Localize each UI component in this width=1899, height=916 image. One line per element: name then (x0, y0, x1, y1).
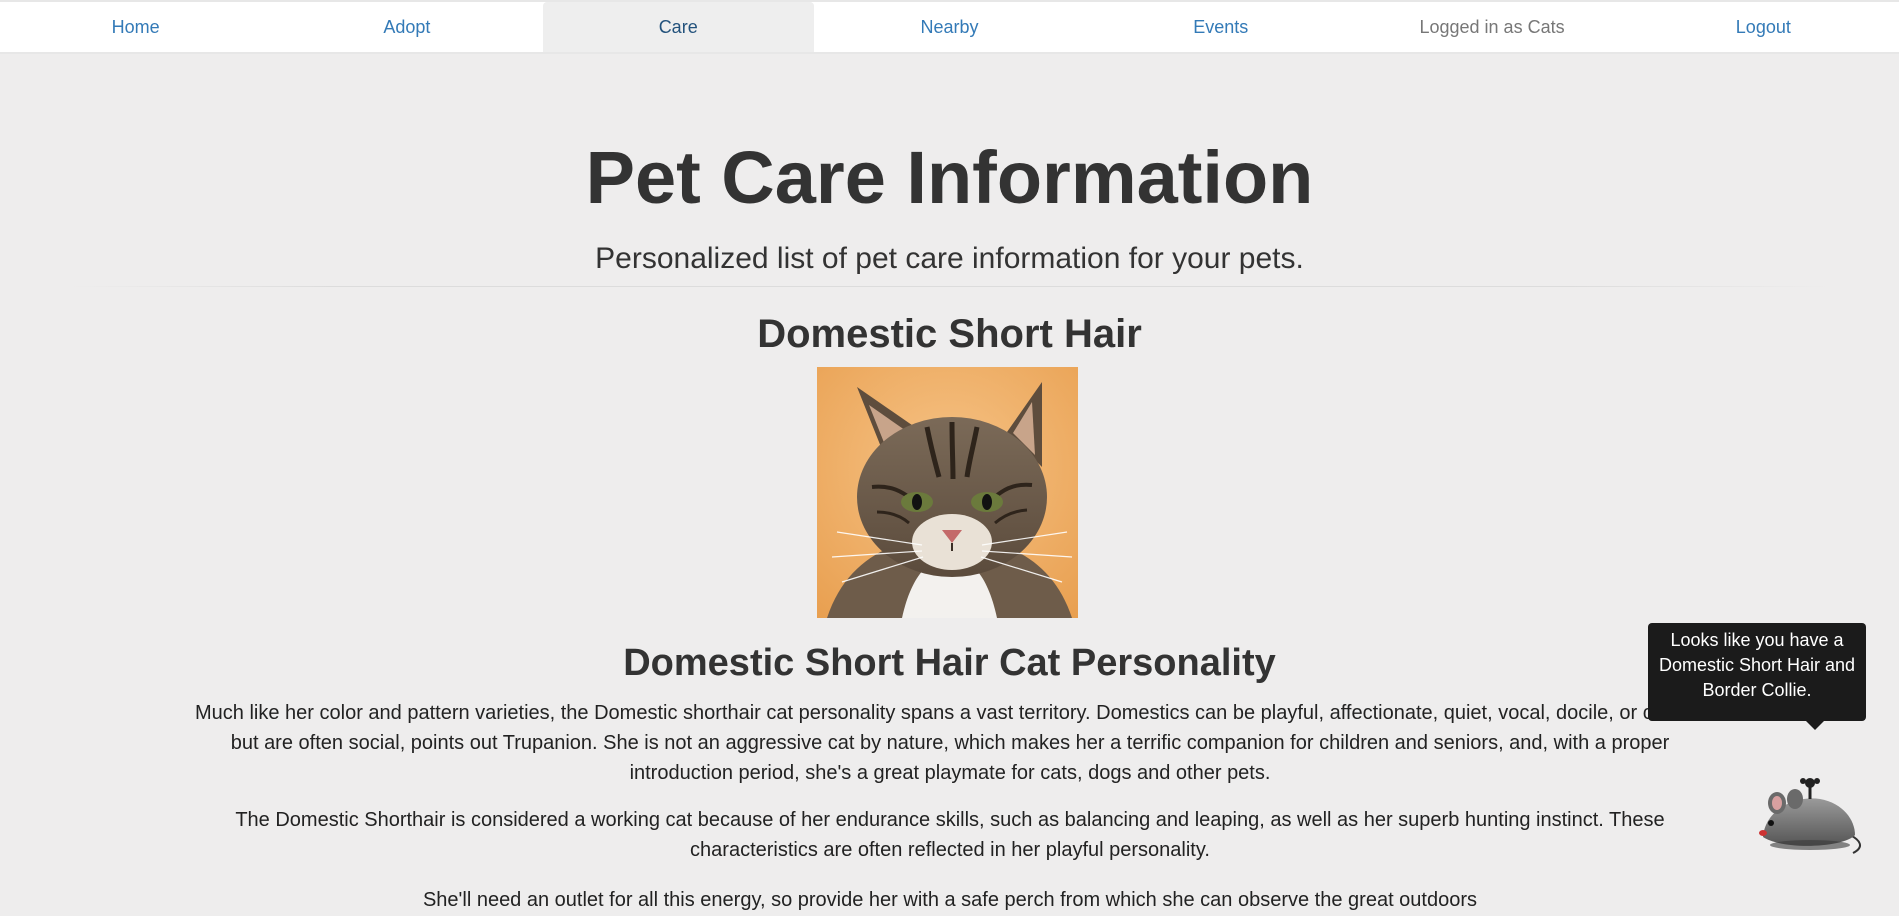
page-title: Pet Care Information (585, 136, 1314, 219)
breed-title: Domestic Short Hair (757, 312, 1142, 356)
tooltip-arrow (1806, 721, 1824, 730)
robot-mouse-toy-icon[interactable] (1755, 775, 1870, 860)
personality-paragraph-1: Much like her color and pattern varietie… (195, 702, 1705, 784)
personality-heading: Domestic Short Hair Cat Personality (623, 642, 1276, 684)
top-navbar: Home Adopt Care Nearby Events Logged in … (0, 0, 1899, 54)
personality-paragraph-3: She'll need an outlet for all this energ… (422, 889, 1478, 911)
personality-paragraph-2: The Domestic Shorthair is considered a w… (235, 809, 1665, 861)
assistant-tooltip: Looks like you have a Domestic Short Hai… (1648, 623, 1866, 721)
tabby-cat-photo (817, 367, 1078, 618)
nav-nearby[interactable]: Nearby (814, 2, 1085, 52)
nav-care[interactable]: Care (542, 2, 814, 52)
nav-logout[interactable]: Logout (1628, 2, 1899, 52)
nav-adopt[interactable]: Adopt (271, 2, 542, 52)
page-subtitle: Personalized list of pet care informatio… (595, 242, 1304, 275)
nav-events[interactable]: Events (1085, 2, 1356, 52)
nav-home[interactable]: Home (0, 2, 271, 52)
logged-in-status: Logged in as Cats (1419, 16, 1565, 37)
header-divider (70, 286, 1830, 287)
